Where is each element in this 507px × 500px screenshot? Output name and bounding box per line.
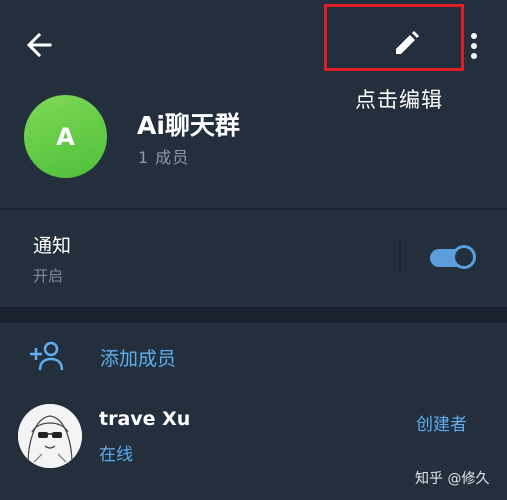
toggle-knob xyxy=(452,245,476,269)
member-status: 在线 xyxy=(99,445,133,465)
toggle-divider xyxy=(399,240,401,272)
notifications-label: 通知 xyxy=(33,235,72,257)
add-person-icon xyxy=(30,341,64,371)
member-count: 1 成员 xyxy=(138,148,190,167)
add-member-button[interactable]: 添加成员 xyxy=(0,330,507,384)
back-button[interactable] xyxy=(22,30,56,60)
group-avatar-letter: A xyxy=(56,122,75,151)
add-member-label: 添加成员 xyxy=(100,348,177,370)
notifications-toggle[interactable] xyxy=(430,245,476,271)
notifications-status: 开启 xyxy=(33,267,64,285)
more-options-button[interactable] xyxy=(462,28,486,64)
edit-annotation: 点击编辑 xyxy=(355,88,443,112)
member-role-badge: 创建者 xyxy=(416,415,467,435)
group-avatar[interactable]: A xyxy=(24,95,107,178)
member-avatar-image xyxy=(18,404,82,468)
section-divider xyxy=(0,307,507,323)
watermark: 知乎 @修久 xyxy=(415,471,490,487)
edit-highlight-box xyxy=(324,4,464,71)
member-list-item[interactable]: trave Xu 在线 创建者 xyxy=(0,398,507,478)
group-name: Ai聊天群 xyxy=(137,111,240,140)
member-name: trave Xu xyxy=(99,408,191,430)
more-vertical-icon xyxy=(471,33,477,59)
arrow-left-icon xyxy=(26,32,52,58)
member-avatar xyxy=(18,404,82,468)
